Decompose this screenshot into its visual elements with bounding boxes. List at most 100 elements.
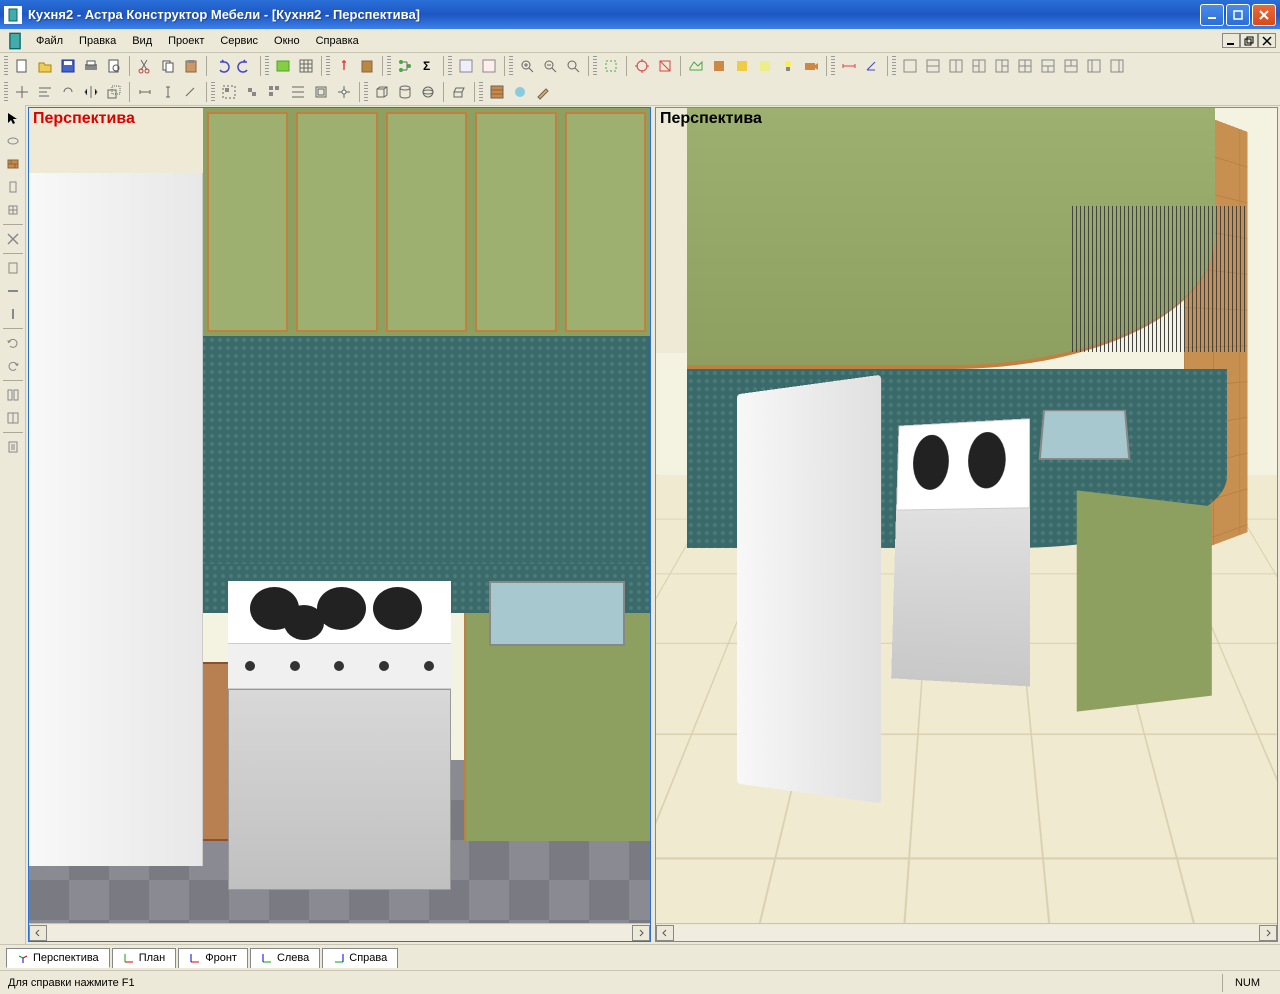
toolbar-grip-icon[interactable] [509,56,513,76]
side-button[interactable] [2,303,24,325]
layout-2va-button[interactable] [1083,55,1105,77]
window-1-button[interactable] [455,55,477,77]
select-constraint-button[interactable] [600,55,622,77]
layout-3d-button[interactable] [1060,55,1082,77]
layout-2vb-button[interactable] [1106,55,1128,77]
preview-button[interactable] [103,55,125,77]
open-button[interactable] [34,55,56,77]
tool-pin-button[interactable] [333,55,355,77]
print-button[interactable] [80,55,102,77]
delete-button[interactable] [2,228,24,250]
maximize-button[interactable] [1226,4,1250,26]
ungroup-button[interactable] [241,81,263,103]
render-texture-button[interactable] [731,55,753,77]
scroll-left-button[interactable] [656,925,674,941]
texture-button[interactable] [486,81,508,103]
rotate-button[interactable] [57,81,79,103]
dim-a-button[interactable] [180,81,202,103]
trim-button[interactable] [333,81,355,103]
layout-3a-button[interactable] [968,55,990,77]
view-mode-button[interactable] [272,55,294,77]
snap-center-button[interactable] [631,55,653,77]
cabinet-side-button[interactable] [2,384,24,406]
offset-button[interactable] [310,81,332,103]
dimension-button[interactable] [838,55,860,77]
menu-file[interactable]: Файл [28,33,71,49]
toolbar-grip-icon[interactable] [4,82,8,102]
toolbar-grip-icon[interactable] [265,56,269,76]
copy-button[interactable] [157,55,179,77]
viewport-right-canvas[interactable] [656,108,1277,923]
light-button[interactable] [777,55,799,77]
zoom-fit-button[interactable] [562,55,584,77]
mdi-minimize-button[interactable] [1222,33,1240,48]
toolbar-grip-icon[interactable] [211,82,215,102]
zoom-in-button[interactable] [516,55,538,77]
layout-3c-button[interactable] [1037,55,1059,77]
extrude-button[interactable] [448,81,470,103]
toolbar-grip-icon[interactable] [892,56,896,76]
cabinet-full-button[interactable] [2,407,24,429]
dim-v-button[interactable] [157,81,179,103]
door-button[interactable] [2,176,24,198]
scroll-track[interactable] [674,925,1259,941]
mdi-restore-button[interactable] [1240,33,1258,48]
align-button[interactable] [34,81,56,103]
window-2-button[interactable] [478,55,500,77]
menu-window[interactable]: Окно [266,33,308,49]
angle-button[interactable] [861,55,883,77]
dim-h-button[interactable] [134,81,156,103]
tree-button[interactable] [394,55,416,77]
tab-left[interactable]: Слева [250,948,320,968]
select-arrow-button[interactable] [2,107,24,129]
toolbar-grip-icon[interactable] [326,56,330,76]
menu-service[interactable]: Сервис [212,33,266,49]
report-button[interactable] [2,436,24,458]
tab-plan[interactable]: План [112,948,177,968]
scroll-track[interactable] [47,925,632,941]
array-button[interactable] [264,81,286,103]
layout-4-button[interactable] [1014,55,1036,77]
move-button[interactable] [11,81,33,103]
toolbar-grip-icon[interactable] [593,56,597,76]
grid-button[interactable] [295,55,317,77]
viewport-right[interactable]: Перспектива [655,107,1278,942]
undo-button[interactable] [211,55,233,77]
tool-paste-special-button[interactable] [356,55,378,77]
scale-button[interactable] [103,81,125,103]
layout-1-button[interactable] [899,55,921,77]
snap-off-button[interactable] [654,55,676,77]
scroll-left-button[interactable] [29,925,47,941]
tab-front[interactable]: Фронт [178,948,248,968]
material-button[interactable] [509,81,531,103]
toolbar-grip-icon[interactable] [831,56,835,76]
close-button[interactable] [1252,4,1276,26]
viewport-left-scrollbar[interactable] [29,923,650,941]
toolbar-grip-icon[interactable] [479,82,483,102]
scroll-right-button[interactable] [1259,925,1277,941]
tab-perspective[interactable]: Перспектива [6,948,110,968]
rotate-cw-button[interactable] [2,355,24,377]
sum-button[interactable]: Σ [417,55,439,77]
camera-button[interactable] [800,55,822,77]
window-button[interactable] [2,199,24,221]
zoom-out-button[interactable] [539,55,561,77]
cut-button[interactable] [134,55,156,77]
layout-2v-button[interactable] [945,55,967,77]
render-lit-button[interactable] [754,55,776,77]
paste-button[interactable] [180,55,202,77]
tab-right[interactable]: Справа [322,948,398,968]
menu-help[interactable]: Справка [308,33,367,49]
group-button[interactable] [218,81,240,103]
viewport-left[interactable]: Перспектива [28,107,651,942]
viewport-left-canvas[interactable] [29,108,650,923]
box-button[interactable] [371,81,393,103]
menu-view[interactable]: Вид [124,33,160,49]
orbit-button[interactable] [2,130,24,152]
shelf-button[interactable] [2,280,24,302]
layout-2h-button[interactable] [922,55,944,77]
toolbar-grip-icon[interactable] [364,82,368,102]
redo-button[interactable] [234,55,256,77]
cylinder-button[interactable] [394,81,416,103]
render-solid-button[interactable] [708,55,730,77]
